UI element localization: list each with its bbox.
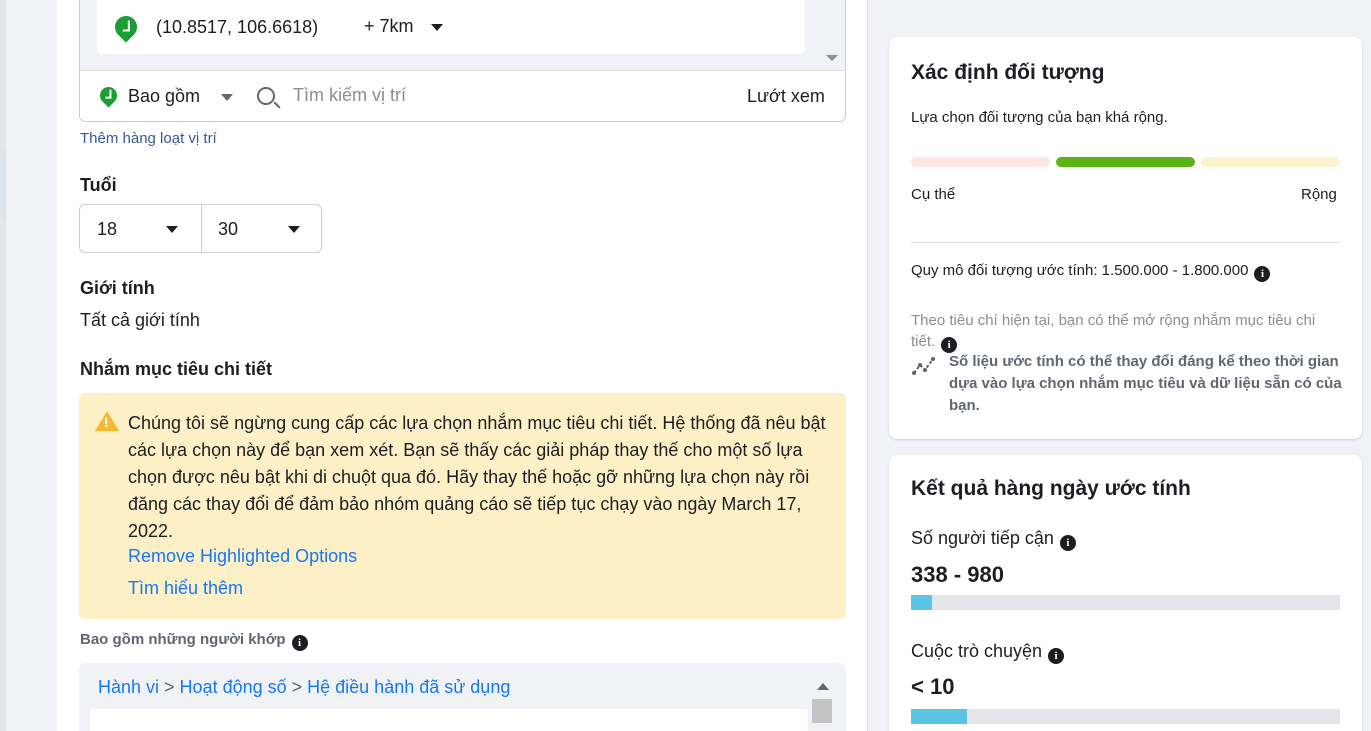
radius-dropdown[interactable]: + 7km: [364, 16, 414, 37]
reach-value: 338 - 980: [911, 562, 1004, 587]
browse-button[interactable]: Lướt xem: [747, 86, 825, 107]
estimate-disclaimer: Số liệu ước tính có thể thay đổi đáng kể…: [949, 353, 1342, 414]
audience-definition-card: Xác định đối tượng Lựa chọn đối tượng củ…: [889, 37, 1362, 439]
audience-definition-title: Xác định đối tượng: [911, 61, 1105, 84]
expansion-hint: Theo tiêu chí hiện tại, bạn có thể mở rộ…: [911, 310, 1341, 353]
age-label: Tuổi: [80, 175, 117, 195]
age-max-caret-icon: [288, 226, 300, 233]
scroll-down-icon[interactable]: [826, 55, 838, 61]
include-pin-icon: [96, 83, 121, 108]
conversations-label-text: Cuộc trò chuyện: [911, 641, 1043, 661]
age-max-value: 30: [218, 219, 239, 239]
location-item[interactable]: (10.8517, 106.6618) + 7km: [97, 0, 805, 54]
scroll-up-icon[interactable]: [817, 683, 829, 690]
info-icon[interactable]: i: [291, 635, 308, 651]
location-search-input[interactable]: [293, 85, 713, 106]
breadcrumb: Hành vi > Hoạt động số > Hệ điều hành đã…: [98, 677, 510, 698]
age-max-select[interactable]: 30: [202, 205, 323, 252]
left-edge-strip: [0, 0, 6, 731]
targeting-path-box: Hành vi > Hoạt động số > Hệ điều hành đã…: [79, 663, 846, 731]
radius-caret-icon[interactable]: [431, 24, 443, 31]
detailed-targeting-label: Nhắm mục tiêu chi tiết: [80, 359, 273, 379]
age-min-select[interactable]: 18: [80, 205, 201, 252]
info-icon[interactable]: i: [1059, 535, 1076, 551]
meter-broad-segment: [1201, 157, 1340, 167]
info-icon[interactable]: i: [1254, 266, 1271, 282]
bulk-add-locations-link[interactable]: Thêm hàng loạt vị trí: [80, 130, 217, 147]
location-box: (10.8517, 106.6618) + 7km Bao gồm Lướt x…: [79, 0, 846, 122]
age-min-value: 18: [97, 219, 118, 239]
targeting-item-list: [90, 709, 808, 731]
reach-label: Số người tiếp cận i: [911, 528, 1076, 551]
breadcrumb-separator: >: [286, 677, 308, 697]
meter-high-label: Rộng: [1301, 186, 1337, 203]
age-min-caret-icon: [166, 226, 178, 233]
breadcrumb-operating-system[interactable]: Hệ điều hành đã sử dụng: [307, 677, 510, 697]
location-coordinates: (10.8517, 106.6618): [156, 17, 319, 37]
daily-results-title: Kết quả hàng ngày ước tính: [911, 477, 1191, 500]
expansion-hint-text: Theo tiêu chí hiện tại, bạn có thể mở rộ…: [911, 312, 1316, 350]
conversations-bar: [911, 709, 1340, 724]
left-edge-marker: [0, 150, 6, 220]
include-caret-icon[interactable]: [221, 94, 233, 101]
warning-text: Chúng tôi sẽ ngừng cung cấp các lựa chọn…: [128, 413, 826, 541]
targeting-panel: (10.8517, 106.6618) + 7km Bao gồm Lướt x…: [57, 0, 868, 731]
location-search-row: Bao gồm Lướt xem: [80, 72, 845, 121]
meter-specific-segment: [911, 157, 1050, 167]
breadcrumb-digital-activities[interactable]: Hoạt động số: [180, 677, 287, 697]
reach-bar: [911, 595, 1340, 610]
deprecation-warning: Chúng tôi sẽ ngừng cung cấp các lựa chọn…: [79, 393, 846, 619]
location-pin-icon: [110, 11, 142, 43]
breadcrumb-separator: >: [159, 677, 180, 697]
meter-active-segment: [1056, 157, 1195, 167]
meter-low-label: Cụ thể: [911, 186, 956, 203]
daily-results-card: Kết quả hàng ngày ước tính Số người tiếp…: [889, 455, 1362, 731]
trend-line-icon: [912, 357, 935, 375]
location-list: (10.8517, 106.6618) + 7km: [80, 0, 845, 71]
breadcrumb-behaviors[interactable]: Hành vi: [98, 677, 159, 697]
remove-highlighted-link[interactable]: Remove Highlighted Options: [128, 546, 357, 567]
reach-label-text: Số người tiếp cận: [911, 528, 1054, 548]
learn-more-link[interactable]: Tìm hiểu thêm: [128, 578, 243, 599]
match-people-label: Bao gồm những người khớp i: [80, 631, 308, 651]
scrollbar-thumb[interactable]: [812, 699, 832, 723]
include-dropdown[interactable]: Bao gồm: [128, 86, 200, 107]
conversations-value: < 10: [911, 674, 955, 699]
card-divider: [911, 242, 1340, 243]
audience-size-text: Quy mô đối tượng ước tính: 1.500.000 - 1…: [911, 262, 1249, 279]
conversations-bar-fill: [911, 709, 967, 724]
conversations-label: Cuộc trò chuyện i: [911, 641, 1065, 664]
info-icon[interactable]: i: [1048, 648, 1065, 664]
match-people-text: Bao gồm những người khớp: [80, 631, 286, 648]
audience-description: Lựa chọn đối tượng của bạn khá rộng.: [911, 109, 1168, 126]
audience-size: Quy mô đối tượng ước tính: 1.500.000 - 1…: [911, 262, 1271, 282]
reach-bar-fill: [911, 595, 933, 610]
warning-icon: [95, 411, 119, 431]
search-icon: [257, 87, 275, 105]
gender-label: Giới tính: [80, 278, 155, 298]
gender-value[interactable]: Tất cả giới tính: [80, 310, 200, 331]
age-range-selector: 18 30: [79, 204, 322, 253]
